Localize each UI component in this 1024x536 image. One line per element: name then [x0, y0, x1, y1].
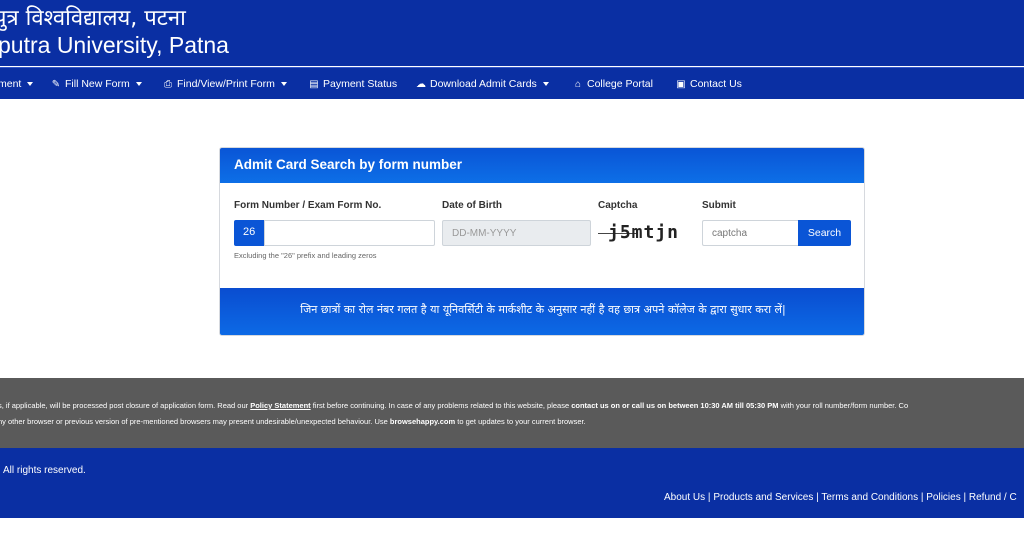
browsehappy-link[interactable]: browsehappy.com [390, 417, 455, 426]
contact-card-icon: ▣ [676, 78, 686, 90]
captcha-text: j5mtjn [608, 222, 680, 243]
nav-item-find-view-print-form[interactable]: ⎙ Find/View/Print Form [163, 78, 287, 90]
form-number-label: Form Number / Exam Form No. [234, 200, 382, 211]
footer-notice: s, if applicable, will be processed post… [0, 378, 1024, 448]
notice-text: first before continuing. In case of any … [310, 401, 572, 410]
nav-item-college-portal[interactable]: ⌂ College Portal [573, 78, 653, 90]
main-navbar: ment ✎ Fill New Form ⎙ Find/View/Print F… [0, 67, 1024, 99]
footer-link-about-us[interactable]: About Us [664, 492, 705, 503]
policy-statement-link[interactable]: Policy Statement [250, 401, 310, 410]
nav-item-label: Find/View/Print Form [177, 78, 275, 90]
captcha-input[interactable]: captcha [702, 220, 798, 246]
nav-item-label: Contact Us [690, 78, 742, 90]
nav-item-download-admit-cards[interactable]: ☁ Download Admit Cards [416, 78, 549, 90]
footer-link-refund[interactable]: Refund / C [969, 492, 1017, 503]
cloud-download-icon: ☁ [416, 78, 426, 90]
admit-card-search-panel: Admit Card Search by form number Form Nu… [219, 147, 865, 336]
contact-hours-text: contact us on or call us on between 10:3… [571, 401, 779, 410]
roll-number-notice: जिन छात्रों का रोल नंबर गलत है या यूनिवर… [220, 288, 864, 335]
footer-link-policies[interactable]: Policies [926, 492, 960, 503]
nav-item-label: Payment Status [323, 78, 398, 90]
notice-text: ny other browser or previous version of … [0, 417, 390, 426]
submit-label: Submit [702, 200, 736, 211]
nav-item-payment-status[interactable]: ▤ Payment Status [309, 78, 397, 90]
panel-title: Admit Card Search by form number [220, 148, 864, 183]
caret-down-icon [280, 82, 287, 86]
nav-item-notifications[interactable]: ment [0, 78, 34, 90]
form-number-input[interactable] [264, 220, 435, 246]
caret-down-icon [135, 82, 142, 86]
dob-label: Date of Birth [442, 200, 502, 211]
site-footer: All rights reserved. About Us | Products… [0, 448, 1024, 518]
notice-text: s, if applicable, will be processed post… [0, 401, 251, 410]
notice-text: to get updates to your current browser. [455, 417, 586, 426]
print-icon: ⎙ [164, 78, 172, 90]
copyright-text: All rights reserved. [3, 465, 86, 476]
footer-notice-line-2: ny other browser or previous version of … [0, 417, 586, 426]
caret-down-icon [542, 82, 549, 86]
footer-link-products-services[interactable]: Products and Services [713, 492, 813, 503]
search-button[interactable]: Search [798, 220, 851, 246]
footer-notice-line-1: s, if applicable, will be processed post… [0, 401, 908, 410]
notice-text: with your roll number/form number. Co [778, 401, 909, 410]
site-header: पुत्र विश्वविद्यालय, पटना putra Universi… [0, 0, 1024, 66]
captcha-image: j5mtjn [598, 218, 678, 248]
nav-item-label: ment [0, 78, 22, 90]
caret-down-icon [27, 82, 34, 86]
footer-link-terms[interactable]: Terms and Conditions [821, 492, 918, 503]
edit-icon: ✎ [51, 78, 61, 90]
university-title-english: putra University, Patna [0, 32, 229, 58]
nav-item-label: College Portal [587, 78, 653, 90]
institution-icon: ⌂ [574, 78, 582, 90]
captcha-label: Captcha [598, 200, 638, 211]
nav-item-label: Download Admit Cards [430, 78, 537, 90]
nav-item-fill-new-form[interactable]: ✎ Fill New Form [51, 78, 142, 90]
nav-item-label: Fill New Form [65, 78, 130, 90]
form-number-prefix: 26 [234, 220, 264, 246]
dob-input[interactable]: DD-MM-YYYY [442, 220, 591, 246]
form-number-help-text: Excluding the "26" prefix and leading ze… [234, 251, 377, 260]
document-icon: ▤ [309, 78, 319, 90]
footer-links: About Us | Products and Services | Terms… [664, 492, 1017, 503]
university-title-hindi: पुत्र विश्वविद्यालय, पटना [0, 6, 186, 31]
nav-item-contact-us[interactable]: ▣ Contact Us [676, 78, 742, 90]
